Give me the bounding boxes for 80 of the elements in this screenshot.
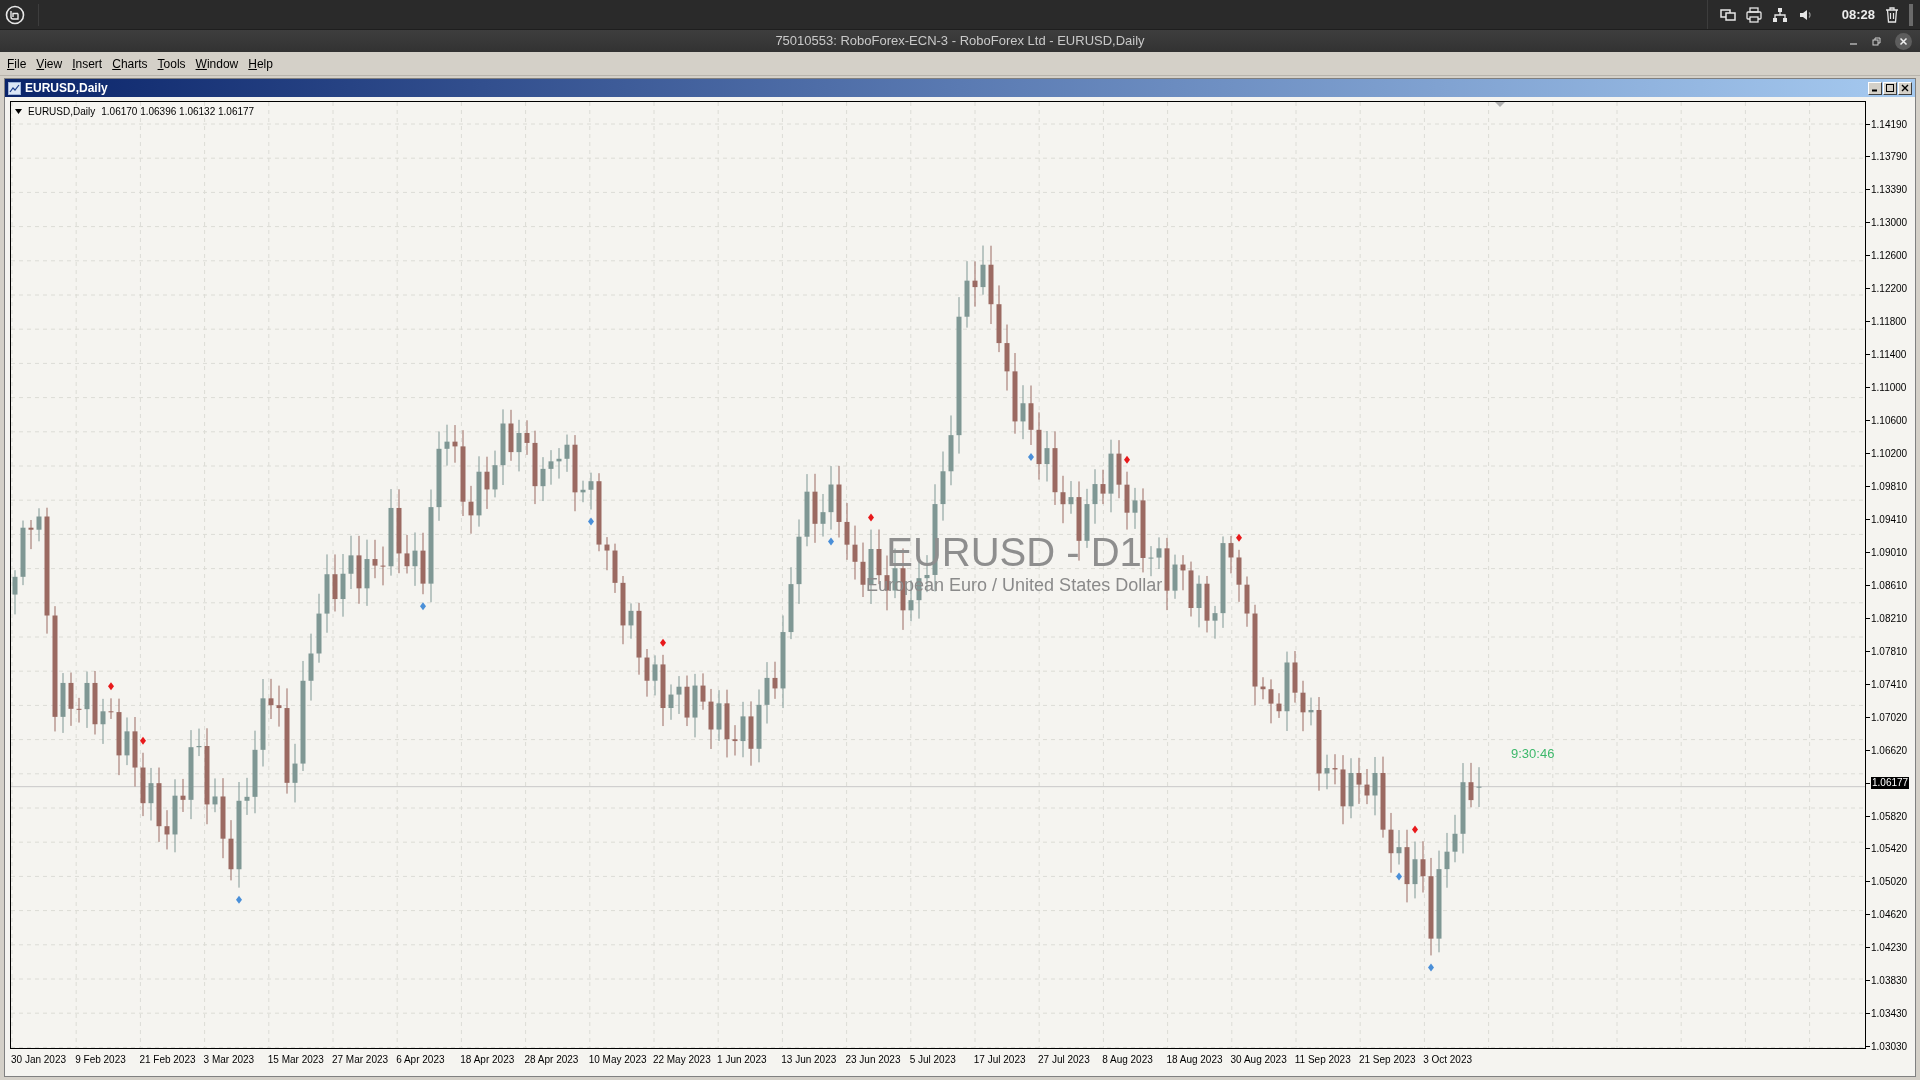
network-icon[interactable] <box>1771 6 1788 23</box>
shift-marker-icon[interactable] <box>1495 102 1505 107</box>
price-label: 1.11400 <box>1871 348 1907 363</box>
price-label: 1.07410 <box>1871 677 1908 692</box>
date-label: 23 Jun 2023 <box>844 1053 902 1067</box>
date-label: 6 Apr 2023 <box>395 1053 446 1067</box>
price-label: 1.13790 <box>1871 150 1908 165</box>
price-label: 1.08210 <box>1871 611 1908 626</box>
price-label: 1.12600 <box>1871 249 1908 264</box>
date-label: 21 Sep 2023 <box>1357 1053 1417 1067</box>
price-label: 1.10600 <box>1871 414 1908 429</box>
date-label: 28 Apr 2023 <box>523 1053 580 1067</box>
window-title: 75010553: RoboForex-ECN-3 - RoboForex Ltd - EURUSD,Daily <box>775 32 1145 51</box>
menu-item[interactable]: Charts <box>108 54 152 73</box>
menu-item[interactable]: Insert <box>68 54 107 73</box>
price-label: 1.03830 <box>1871 974 1908 989</box>
price-label: 1.12200 <box>1871 282 1908 297</box>
date-label: 15 Mar 2023 <box>266 1053 325 1067</box>
date-label: 9 Feb 2023 <box>74 1053 127 1067</box>
price-label: 1.04230 <box>1871 941 1908 956</box>
price-label: 1.05020 <box>1871 875 1908 890</box>
chart-window-icon <box>8 81 21 95</box>
price-label: 1.13000 <box>1871 216 1908 231</box>
date-label: 18 Aug 2023 <box>1165 1053 1224 1067</box>
date-label: 27 Mar 2023 <box>330 1053 390 1067</box>
price-label: 1.07020 <box>1871 710 1908 725</box>
price-label: 1.13390 <box>1871 183 1908 198</box>
price-label: 1.09810 <box>1871 480 1908 494</box>
close-icon <box>1901 84 1909 92</box>
close-icon[interactable] <box>1895 32 1912 50</box>
current-price-label: 1.06177 <box>1871 777 1910 790</box>
logo-icon[interactable] <box>5 4 25 25</box>
price-label: 1.11800 <box>1871 315 1907 330</box>
restore-icon[interactable] <box>1872 36 1881 46</box>
date-label: 5 Jul 2023 <box>908 1053 957 1067</box>
price-label: 1.09410 <box>1871 512 1908 527</box>
date-label: 21 Feb 2023 <box>138 1053 197 1067</box>
display-icon[interactable] <box>1719 7 1736 22</box>
price-label: 1.04620 <box>1871 908 1908 923</box>
clock[interactable]: 08:28 <box>1841 4 1875 25</box>
menu-item[interactable]: Tools <box>153 54 190 73</box>
date-label: 30 Jan 2023 <box>10 1053 68 1067</box>
ohlc-values: 1.06170 1.06396 1.06132 1.06177 <box>101 105 255 119</box>
caret-icon[interactable] <box>15 109 22 114</box>
date-label: 3 Mar 2023 <box>202 1053 256 1067</box>
price-label: 1.10200 <box>1871 447 1908 462</box>
candle-countdown: 9:30:46 <box>1511 745 1555 763</box>
price-label: 1.07810 <box>1871 644 1908 659</box>
date-label: 27 Jul 2023 <box>1037 1053 1091 1067</box>
price-label: 1.03430 <box>1871 1007 1908 1022</box>
menu-item[interactable]: Window <box>191 54 243 73</box>
price-label: 1.05820 <box>1871 809 1908 824</box>
date-label: 17 Jul 2023 <box>972 1053 1027 1067</box>
price-label: 1.06620 <box>1871 743 1908 758</box>
date-label: 3 Oct 2023 <box>1422 1053 1474 1067</box>
close-button[interactable] <box>1898 81 1912 95</box>
menu-item[interactable]: Help <box>244 54 277 73</box>
date-label: 18 Apr 2023 <box>459 1053 516 1067</box>
maximize-icon <box>1886 84 1894 92</box>
date-label: 11 Sep 2023 <box>1293 1053 1352 1067</box>
price-label: 1.14190 <box>1871 117 1908 132</box>
price-label: 1.03030 <box>1871 1040 1908 1055</box>
price-label: 1.11000 <box>1871 381 1907 396</box>
price-label: 1.05420 <box>1871 842 1908 857</box>
date-label: 8 Aug 2023 <box>1101 1053 1154 1067</box>
chart-symbol: EURUSD,Daily <box>28 105 96 119</box>
date-label: 30 Aug 2023 <box>1229 1053 1288 1067</box>
date-label: 13 Jun 2023 <box>780 1053 838 1067</box>
date-label: 1 Jun 2023 <box>716 1053 768 1067</box>
date-label: 22 May 2023 <box>651 1053 712 1067</box>
maximize-button[interactable] <box>1883 81 1897 95</box>
price-label: 1.08610 <box>1871 578 1908 593</box>
price-label: 1.09010 <box>1871 545 1908 560</box>
menu-item[interactable]: File <box>3 54 31 73</box>
menu-item[interactable]: View <box>32 54 67 73</box>
minimize-button[interactable] <box>1868 81 1882 95</box>
date-label: 10 May 2023 <box>587 1053 648 1067</box>
printer-icon[interactable] <box>1745 6 1762 23</box>
trash-icon[interactable] <box>1885 6 1899 23</box>
chart-window-title: EURUSD,Daily <box>25 80 108 97</box>
